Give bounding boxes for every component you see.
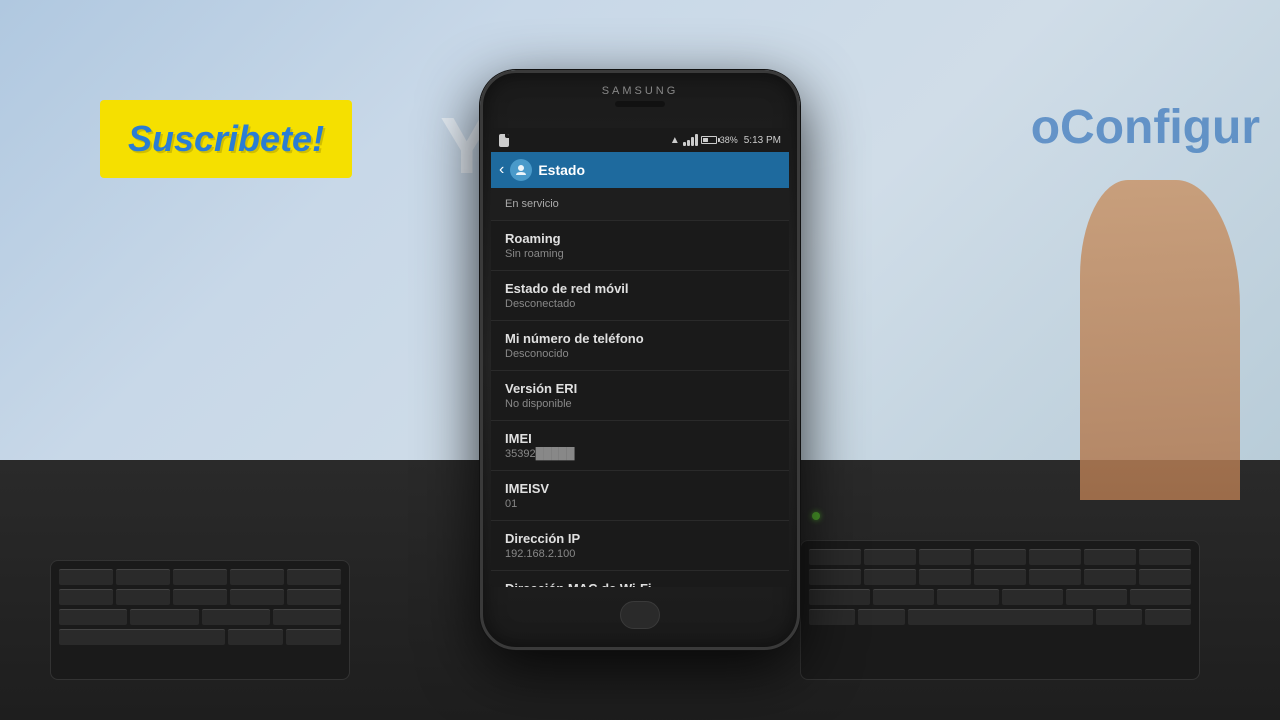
settings-item-1-label: Roaming [505,231,775,246]
settings-item-0[interactable]: En servicio [491,188,789,221]
settings-item-1[interactable]: Roaming Sin roaming [491,221,789,271]
speaker-grill [615,101,665,107]
settings-item-1-value: Sin roaming [505,248,775,260]
sim-icon [499,134,509,147]
hand-right [1080,180,1240,500]
settings-item-7[interactable]: Dirección IP 192.168.2.100 [491,521,789,571]
phone-device: SAMSUNG ▲ 38% 5:13 PM [480,70,800,650]
settings-item-8-label: Dirección MAC de Wi-Fi [505,581,775,587]
nav-title: Estado [538,162,585,178]
bg-text-configure: oConfigur [1031,100,1260,155]
settings-item-8[interactable]: Dirección MAC de Wi-Fi [491,571,789,587]
settings-item-5-label: IMEI [505,431,775,446]
settings-item-6[interactable]: IMEISV 01 [491,471,789,521]
settings-item-6-value: 01 [505,498,775,510]
settings-item-4-label: Versión ERI [505,381,775,396]
nav-bar: ‹ Estado [491,152,789,188]
settings-item-7-label: Dirección IP [505,531,775,546]
settings-item-3[interactable]: Mi número de teléfono Desconocido [491,321,789,371]
subscribe-banner: Suscribete! [100,100,352,178]
samsung-logo: SAMSUNG [602,85,679,97]
home-button[interactable] [620,601,660,629]
time-display: 5:13 PM [744,135,781,146]
settings-item-2[interactable]: Estado de red móvil Desconectado [491,271,789,321]
phone-screen: ▲ 38% 5:13 PM ‹ [491,128,789,587]
keyboard-right [800,540,1200,680]
battery-icon [701,136,717,144]
keyboard-left [50,560,350,680]
subscribe-text: Suscribete! [128,118,324,159]
settings-item-5-value: 35392█████ [505,448,775,460]
status-bar: ▲ 38% 5:13 PM [491,128,789,152]
settings-item-2-label: Estado de red móvil [505,281,775,296]
battery-percent: 38% [720,135,738,145]
settings-item-3-label: Mi número de teléfono [505,331,775,346]
settings-item-4[interactable]: Versión ERI No disponible [491,371,789,421]
settings-item-2-value: Desconectado [505,298,775,310]
settings-item-6-label: IMEISV [505,481,775,496]
nav-icon-circle [510,159,532,181]
settings-item-3-value: Desconocido [505,348,775,360]
back-button[interactable]: ‹ [499,161,504,179]
settings-item-4-value: No disponible [505,398,775,410]
status-bar-right: ▲ 38% 5:13 PM [670,134,781,146]
settings-list: En servicio Roaming Sin roaming Estado d… [491,188,789,587]
settings-item-5[interactable]: IMEI 35392█████ [491,421,789,471]
led-dot [812,512,820,520]
wifi-icon: ▲ [670,135,680,146]
phone-icon [514,163,528,177]
status-bar-left [499,134,509,147]
settings-item-0-label: En servicio [505,198,775,210]
settings-item-7-value: 192.168.2.100 [505,548,775,560]
signal-icon [683,134,698,146]
